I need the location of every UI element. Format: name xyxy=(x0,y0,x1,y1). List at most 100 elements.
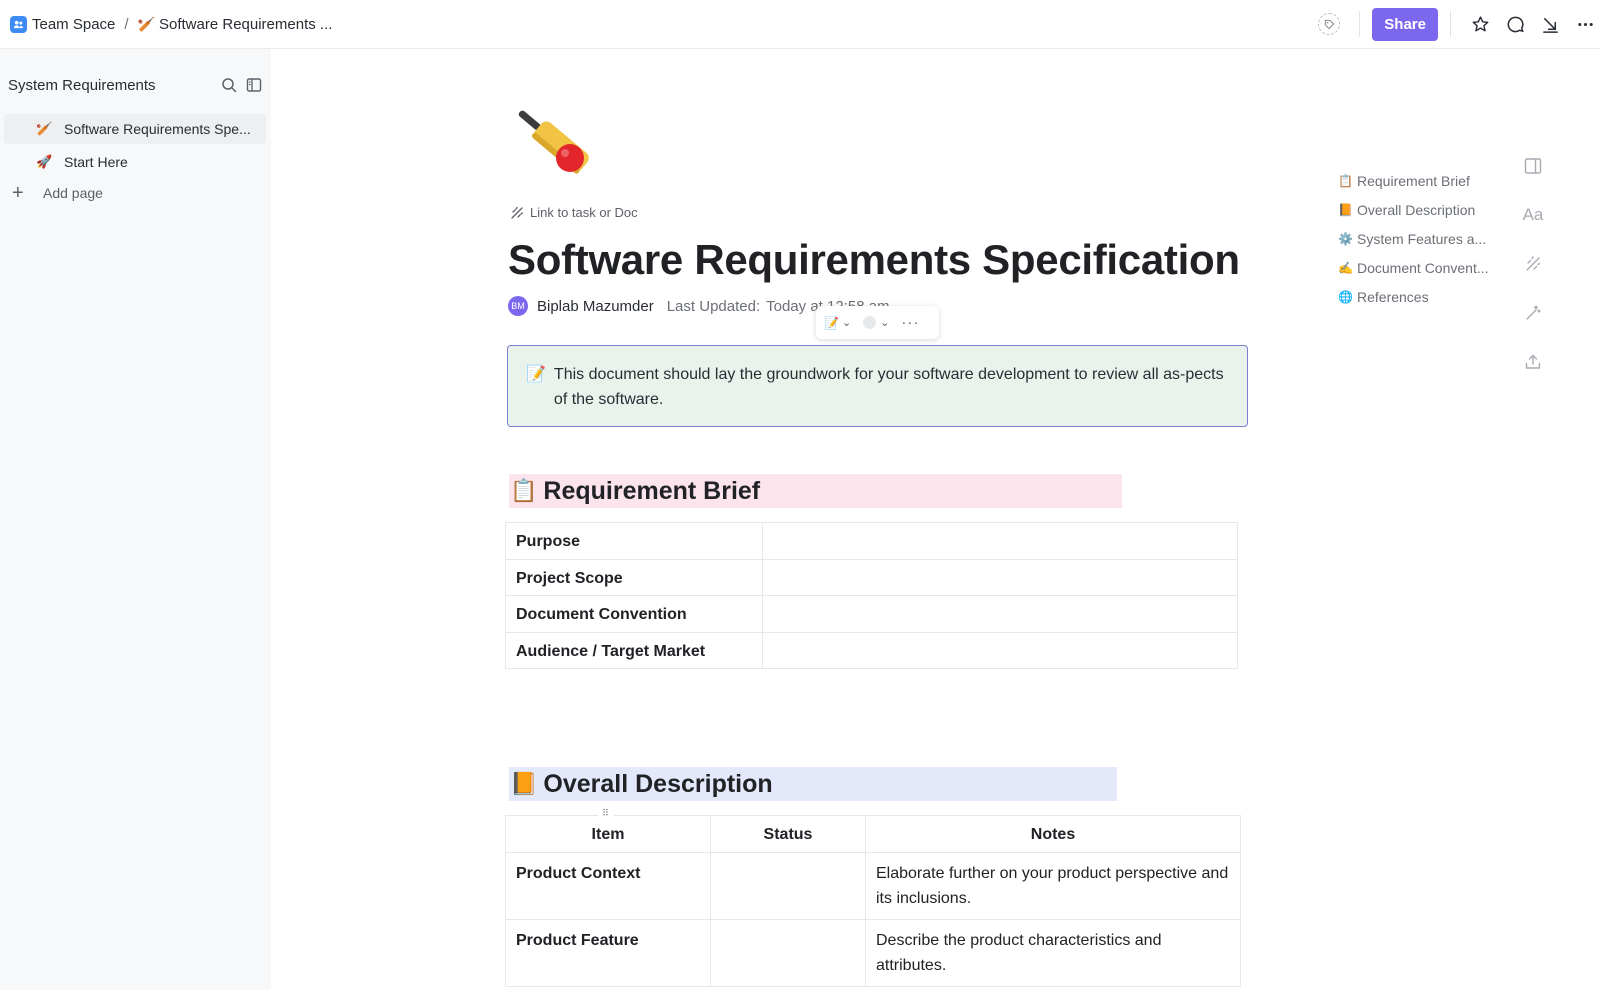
table-cell[interactable] xyxy=(710,919,866,987)
table-row: Product Context Elaborate further on you… xyxy=(505,852,1241,920)
table-row: Document Convention xyxy=(505,595,1238,633)
table-of-contents: 📋 Requirement Brief 📙 Overall Descriptio… xyxy=(1338,166,1489,311)
column-header-item[interactable]: Item xyxy=(505,815,711,853)
cricket-icon: 🏏 xyxy=(36,121,53,136)
toc-item-label: System Features a... xyxy=(1357,230,1487,247)
toc-item-label: Overall Description xyxy=(1357,201,1476,218)
sidebar: System Requirements 🏏 Software Requireme… xyxy=(0,49,271,990)
color-picker-button[interactable]: ⌄ xyxy=(863,316,889,329)
toc-item-references[interactable]: 🌐 References xyxy=(1338,282,1489,311)
author-name: Biplab Mazumder xyxy=(537,297,654,315)
plus-icon: + xyxy=(12,182,24,204)
clipboard-icon: 📋 xyxy=(510,478,538,503)
breadcrumb-doc[interactable]: Software Requirements ... xyxy=(159,16,332,33)
share-button[interactable]: Share xyxy=(1372,7,1438,41)
toc-item-label: Document Convent... xyxy=(1357,259,1489,276)
star-icon[interactable] xyxy=(1469,13,1491,35)
more-options-icon[interactable] xyxy=(1574,13,1596,35)
emoji-picker-button[interactable]: 📝 ⌄ xyxy=(824,316,851,330)
column-header-notes[interactable]: Notes xyxy=(865,815,1241,853)
table-cell[interactable] xyxy=(762,558,1238,596)
cricket-icon: 🏏 xyxy=(137,15,155,32)
collapse-arrow-icon[interactable] xyxy=(1539,13,1561,35)
table-cell[interactable] xyxy=(762,631,1238,669)
table-cell[interactable]: Product Feature xyxy=(505,919,711,987)
cover-cricket-icon[interactable] xyxy=(510,92,600,182)
heading-text: Overall Description xyxy=(543,769,773,798)
sidebar-item-start-here[interactable]: 🚀 Start Here xyxy=(4,147,266,177)
table-cell[interactable]: Project Scope xyxy=(505,558,763,596)
heading-overall-description[interactable]: 📙 Overall Description xyxy=(509,767,1117,801)
breadcrumb-separator: / xyxy=(124,15,129,33)
toc-item-system-features[interactable]: ⚙️ System Features a... xyxy=(1338,224,1489,253)
callout-block[interactable]: 📝 This document should lay the groundwor… xyxy=(507,345,1248,427)
sidebar-item-label: Start Here xyxy=(64,154,128,170)
table-cell[interactable]: Audience / Target Market xyxy=(505,631,763,669)
clipboard-icon: 📋 xyxy=(1338,173,1353,188)
gear-icon: ⚙️ xyxy=(1338,231,1353,246)
team-space-icon xyxy=(10,15,27,33)
table-row: Purpose xyxy=(505,522,1238,560)
table-row: Project Scope xyxy=(505,558,1238,596)
table-row: Product Feature Describe the product cha… xyxy=(505,919,1241,987)
heading-requirement-brief[interactable]: 📋 Requirement Brief xyxy=(509,474,1122,508)
tag-icon[interactable] xyxy=(1318,13,1341,35)
sidebar-toggle-icon[interactable] xyxy=(245,76,263,94)
table-cell[interactable]: Document Convention xyxy=(505,595,763,633)
breadcrumb: Team Space / 🏏 Software Requirements ... xyxy=(0,15,332,33)
table-cell[interactable]: Describe the product characteristics and… xyxy=(865,919,1241,987)
overall-description-table: Item Status Notes Product Context Elabor… xyxy=(505,815,1241,987)
font-settings-icon[interactable]: Aa xyxy=(1521,203,1545,227)
writing-hand-icon: ✍️ xyxy=(1338,260,1353,275)
drag-handle-icon[interactable]: ⠿ xyxy=(598,808,614,820)
divider xyxy=(1359,11,1361,37)
table-header-row: Item Status Notes xyxy=(505,815,1241,853)
toc-item-requirement-brief[interactable]: 📋 Requirement Brief xyxy=(1338,166,1489,195)
chevron-down-icon: ⌄ xyxy=(880,317,890,329)
color-dot-icon xyxy=(863,316,877,329)
toc-item-label: References xyxy=(1357,288,1429,305)
table-cell[interactable] xyxy=(762,522,1238,560)
table-cell[interactable]: Elaborate further on your product perspe… xyxy=(865,852,1241,920)
globe-icon: 🌐 xyxy=(1338,289,1353,304)
callout-text: This document should lay the groundwork … xyxy=(553,366,1224,408)
last-updated-label: Last Updated: xyxy=(666,297,761,315)
sidebar-header: System Requirements xyxy=(8,73,263,97)
sidebar-title: System Requirements xyxy=(8,76,156,94)
table-cell[interactable]: Purpose xyxy=(505,522,763,560)
right-rail: Aa xyxy=(1521,154,1545,399)
table-cell[interactable] xyxy=(710,852,866,920)
table-row: Audience / Target Market xyxy=(505,631,1238,669)
memo-icon: 📝 xyxy=(526,366,546,383)
add-page-button[interactable]: + Add page xyxy=(12,183,103,203)
more-options-icon[interactable]: ··· xyxy=(901,314,919,331)
comment-icon[interactable] xyxy=(1504,13,1526,35)
heading-text: Requirement Brief xyxy=(543,476,761,505)
avatar[interactable]: BM xyxy=(508,296,528,316)
add-page-label: Add page xyxy=(43,185,103,201)
divider xyxy=(1450,11,1451,37)
column-header-status[interactable]: Status xyxy=(710,815,866,853)
top-bar: Team Space / 🏏 Software Requirements ...… xyxy=(0,0,1600,49)
panel-toggle-icon[interactable] xyxy=(1521,154,1545,178)
sidebar-item-software-requirements[interactable]: 🏏 Software Requirements Spe... xyxy=(4,114,266,144)
toc-item-document-convention[interactable]: ✍️ Document Convent... xyxy=(1338,253,1489,282)
search-icon[interactable] xyxy=(220,76,238,94)
breadcrumb-team-space[interactable]: Team Space xyxy=(32,16,115,33)
upload-icon[interactable] xyxy=(1521,350,1545,374)
requirement-brief-table: Purpose Project Scope Document Conventio… xyxy=(505,522,1238,669)
link-to-task-label: Link to task or Doc xyxy=(530,205,638,220)
chevron-down-icon: ⌄ xyxy=(841,317,852,329)
sidebar-item-label: Software Requirements Spe... xyxy=(64,121,251,137)
page-title[interactable]: Software Requirements Specification xyxy=(508,236,1240,284)
memo-icon: 📝 xyxy=(824,315,839,330)
magic-wand-icon[interactable] xyxy=(1521,301,1545,325)
link-icon[interactable] xyxy=(1521,252,1545,276)
book-icon: 📙 xyxy=(1338,202,1353,217)
book-icon: 📙 xyxy=(510,771,538,796)
table-cell[interactable]: Product Context xyxy=(505,852,711,920)
table-cell[interactable] xyxy=(762,595,1238,633)
link-to-task-button[interactable]: Link to task or Doc xyxy=(510,205,638,220)
link-icon xyxy=(511,206,524,219)
toc-item-overall-description[interactable]: 📙 Overall Description xyxy=(1338,195,1489,224)
